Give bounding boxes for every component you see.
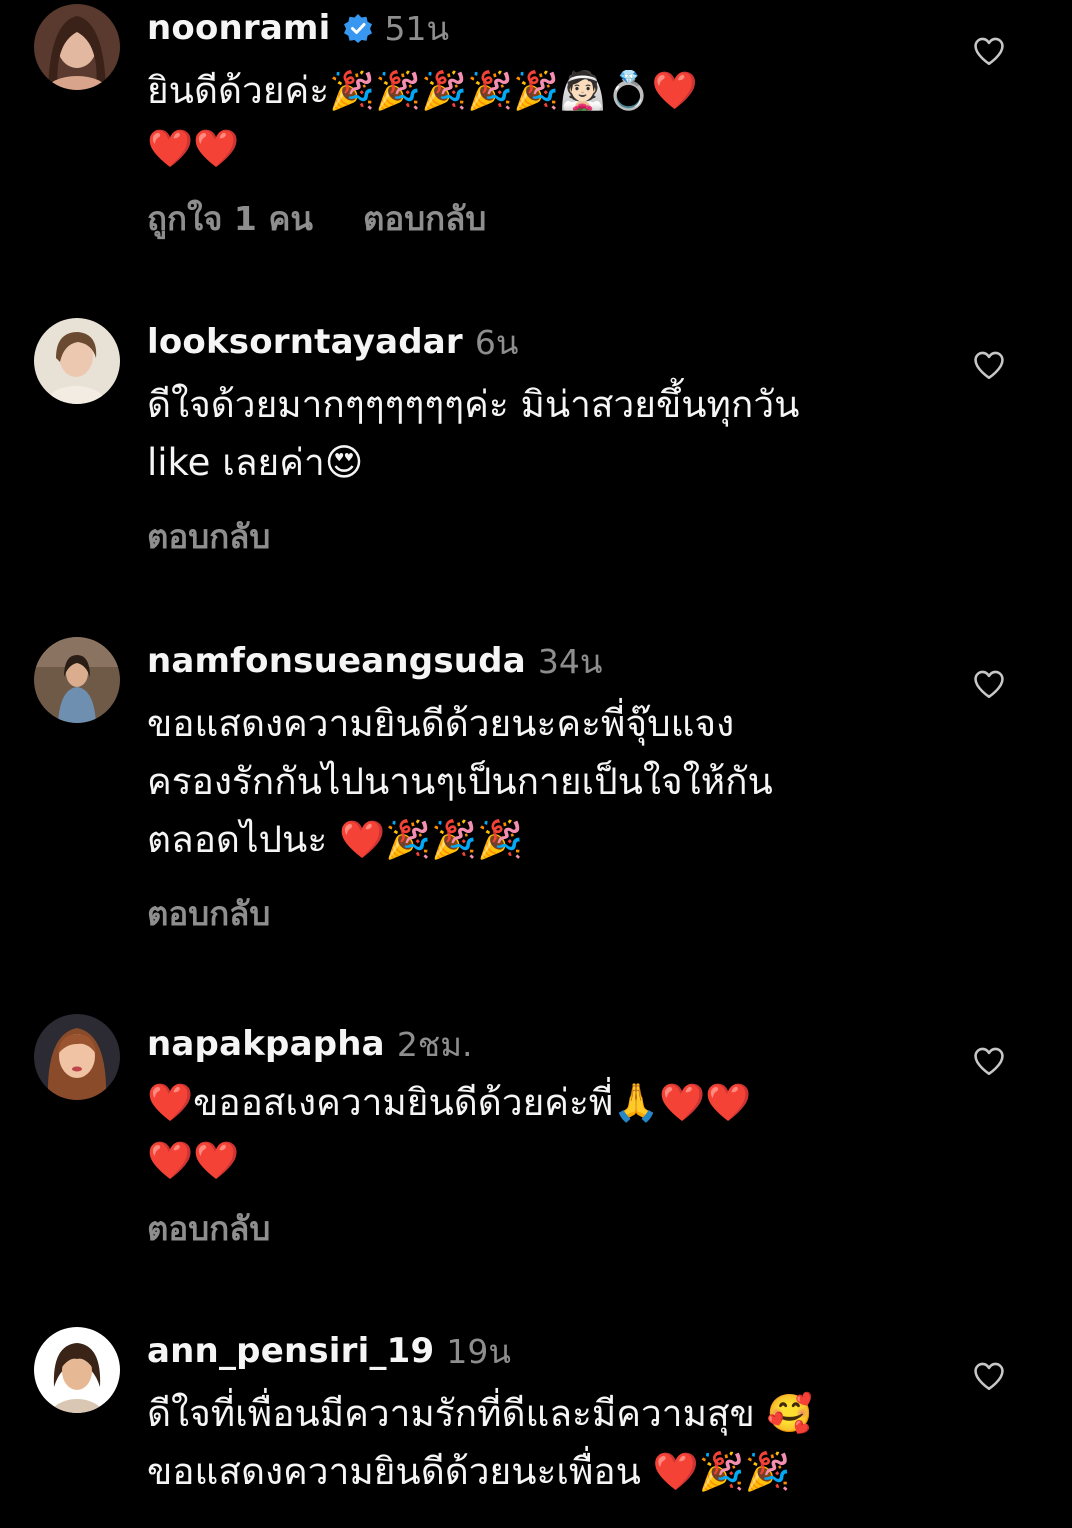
- avatar[interactable]: [34, 318, 120, 404]
- avatar-image: [34, 1327, 120, 1413]
- avatar[interactable]: [34, 4, 120, 90]
- username[interactable]: ann_pensiri_19: [147, 1331, 434, 1371]
- comment-text: ❤️ขออสเงความยินดีด้วยค่ะพี่🙏❤️❤️ ❤️❤️: [147, 1081, 752, 1182]
- heart-outline-icon[interactable]: [972, 1359, 1006, 1393]
- comment-header: noonrami 51น: [147, 0, 449, 56]
- comment-text: ขอแสดงความยินดีด้วยนะคะพี่จุ๊บแจง ครองรั…: [147, 702, 773, 861]
- comment-timestamp: 6น: [474, 322, 519, 362]
- comment-text: ดีใจที่เพื่อนมีความรักที่ดีและมีความสุข …: [147, 1392, 813, 1493]
- verified-badge-icon: [343, 13, 373, 43]
- likes-count-link[interactable]: ถูกใจ 1 คน: [147, 199, 313, 238]
- avatar[interactable]: [34, 1327, 120, 1413]
- avatar-image: [34, 4, 120, 90]
- comment-header: namfonsueangsuda 34น: [147, 633, 602, 689]
- comment-text: ดีใจด้วยมากๆๆๆๆๆๆค่ะ มิน่าสวยขึ้นทุกวัน …: [147, 383, 800, 484]
- comment-timestamp: 2ชม.: [396, 1024, 473, 1064]
- comment-actions: ถูกใจ 1 คน ตอบกลับ: [147, 192, 486, 245]
- avatar-image: [34, 318, 120, 404]
- comment-actions: ตอบกลับ: [147, 1202, 270, 1255]
- reply-button[interactable]: ตอบกลับ: [147, 517, 270, 556]
- comment-item: looksorntayadar 6น ดีใจด้วยมากๆๆๆๆๆๆค่ะ …: [0, 314, 1072, 584]
- avatar[interactable]: [34, 1014, 120, 1100]
- heart-outline-icon[interactable]: [972, 667, 1006, 701]
- username[interactable]: napakpapha: [147, 1024, 385, 1064]
- reply-button[interactable]: ตอบกลับ: [147, 894, 270, 933]
- comment-actions: ตอบกลับ: [147, 510, 270, 563]
- avatar-image: [34, 637, 120, 723]
- comment-item: ann_pensiri_19 19น ดีใจที่เพื่อนมีความรั…: [0, 1323, 1072, 1528]
- heart-outline-icon[interactable]: [972, 1044, 1006, 1078]
- comment-timestamp: 51น: [384, 8, 450, 48]
- avatar[interactable]: [34, 637, 120, 723]
- comment-item: napakpapha 2ชม. ❤️ขออสเงความยินดีด้วยค่ะ…: [0, 1010, 1072, 1280]
- comment-text: ยินดีด้วยค่ะ🎉🎉🎉🎉🎉👰🏻💍❤️ ❤️❤️: [147, 69, 698, 170]
- username[interactable]: namfonsueangsuda: [147, 641, 526, 681]
- reply-button[interactable]: ตอบกลับ: [363, 199, 486, 238]
- username[interactable]: looksorntayadar: [147, 322, 463, 362]
- heart-outline-icon[interactable]: [972, 34, 1006, 68]
- reply-button[interactable]: ตอบกลับ: [147, 1209, 270, 1248]
- username[interactable]: noonrami: [147, 8, 331, 48]
- comment-item: namfonsueangsuda 34น ขอแสดงความยินดีด้วย…: [0, 633, 1072, 953]
- comment-timestamp: 19น: [446, 1331, 511, 1371]
- avatar-image: [34, 1014, 120, 1100]
- comment-actions: ตอบกลับ: [147, 887, 270, 940]
- heart-outline-icon[interactable]: [972, 348, 1006, 382]
- comment-header: napakpapha 2ชม.: [147, 1016, 472, 1072]
- comment-header: ann_pensiri_19 19น: [147, 1323, 511, 1379]
- comment-item: noonrami 51น ยินดีด้วยค่ะ🎉🎉🎉🎉🎉👰🏻💍❤️ ❤️❤️…: [0, 0, 1072, 270]
- comment-timestamp: 34น: [537, 641, 603, 681]
- comment-header: looksorntayadar 6น: [147, 314, 518, 370]
